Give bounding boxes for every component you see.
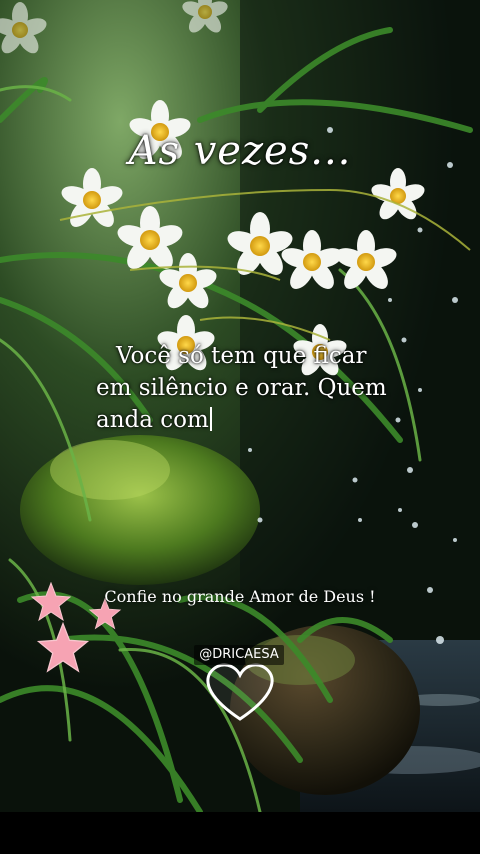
message-text: Você só tem que ficar em silêncio e orar…: [96, 340, 426, 436]
video-frame: As vezes... Você só tem que ficar em sil…: [0, 0, 480, 854]
message-line-2: em silêncio e orar. Quem: [96, 375, 387, 401]
bottom-bar: [0, 812, 480, 854]
message-line-3-text: anda com: [96, 407, 209, 433]
caption-text: Confie no grande Amor de Deus !: [104, 587, 376, 606]
star-icon: [36, 622, 90, 673]
heart-outline-icon: [206, 663, 274, 721]
message-line-3: anda com: [96, 404, 426, 436]
text-cursor: [209, 407, 212, 431]
message-line-1: Você só tem que ficar: [116, 343, 367, 369]
handle-badge: @DRICAESA: [194, 645, 284, 665]
title-text: As vezes...: [128, 128, 352, 174]
